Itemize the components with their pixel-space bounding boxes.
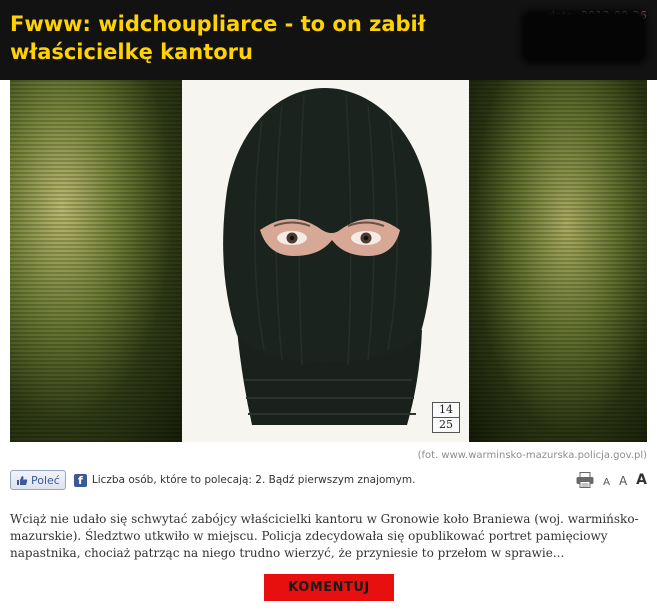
comment-button[interactable]: KOMENTUJ [264,574,394,601]
background-texture-right [469,80,647,442]
article-title: Fwww: widchoupliarce - to on zabił właśc… [10,12,426,64]
article-photo: 14 25 [10,80,647,442]
balaclava-portrait-image [223,88,432,425]
font-size-medium-button[interactable]: A [619,474,627,488]
badge-bottom-number: 25 [433,417,459,432]
facebook-icon: f [73,473,87,487]
thumbs-up-icon [17,475,28,485]
article-tools: A A A [576,472,647,488]
article-lead: Wciąż nie udało się schwytać zabójcy wła… [10,512,639,560]
article-header: Fwww: widchoupliarce - to on zabił właśc… [0,0,657,80]
font-size-small-button[interactable]: A [603,477,610,488]
like-count-text: Liczba osób, które to polecają: 2. Bądź … [91,474,416,486]
background-texture-left [10,80,182,442]
obscured-region [525,14,643,60]
like-button[interactable]: Poleć [10,470,66,490]
photo-caption: (fot. www.warminsko-mazurska.policja.gov… [417,450,647,461]
social-bar: Poleć f Liczba osób, które to polecają: … [10,469,415,491]
like-button-label: Poleć [31,473,60,487]
font-size-large-button[interactable]: A [636,472,647,488]
printer-icon[interactable] [576,472,594,488]
badge-top-number: 14 [439,403,453,416]
portrait-number-badge: 14 25 [432,402,460,433]
suspect-portrait: 14 25 [182,80,469,442]
